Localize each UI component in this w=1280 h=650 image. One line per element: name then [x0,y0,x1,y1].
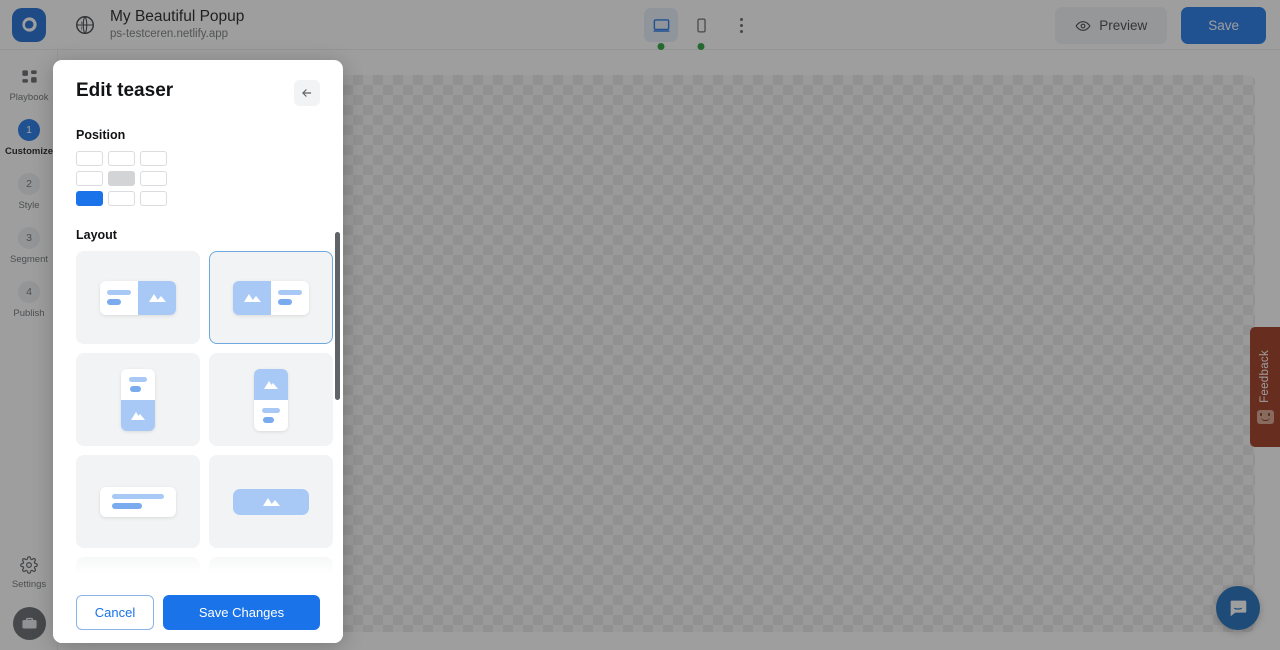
layout-option-extra-a[interactable] [76,557,200,581]
position-cell-middle-center[interactable] [108,171,135,186]
layout-option-extra-b[interactable] [209,557,333,581]
layout-option-text-left-image-right[interactable] [76,251,200,344]
cancel-button[interactable]: Cancel [76,594,154,630]
position-cell-middle-right[interactable] [140,171,167,186]
layout-thumb [254,368,288,431]
layout-option-image-left-text-right[interactable] [209,251,333,344]
position-cell-bottom-center[interactable] [108,191,135,206]
panel-title: Edit teaser [76,80,174,101]
position-cell-top-center[interactable] [108,151,135,166]
layout-thumb [121,368,155,431]
panel-footer: Cancel Save Changes [53,581,343,643]
position-cell-middle-left[interactable] [76,171,103,186]
position-cell-top-right[interactable] [140,151,167,166]
layout-option-image-top-text-bottom[interactable] [209,353,333,446]
layout-thumb [100,280,176,315]
layout-grid [76,251,333,581]
position-cell-bottom-left[interactable] [76,191,103,206]
back-button[interactable] [294,80,320,106]
arrow-left-icon [302,89,312,97]
app-root: My Beautiful Popup ps-testceren.netlify.… [0,0,1280,650]
panel-scroll-area[interactable]: Edit teaser Position Layout [53,60,343,581]
layout-option-text-only[interactable] [76,455,200,548]
layout-option-text-top-image-bottom[interactable] [76,353,200,446]
panel-scrollbar[interactable] [335,232,340,400]
panel-header: Edit teaser [76,80,320,106]
edit-teaser-panel: Edit teaser Position Layout Cancel Save … [53,60,343,643]
save-changes-button[interactable]: Save Changes [163,594,320,630]
layout-section-label: Layout [76,228,117,242]
layout-thumb [233,488,309,515]
layout-thumb [100,486,176,517]
position-cell-bottom-right[interactable] [140,191,167,206]
layout-option-image-only[interactable] [209,455,333,548]
position-grid [76,151,320,206]
position-section-label: Position [76,128,126,142]
position-cell-top-left[interactable] [76,151,103,166]
layout-thumb [233,280,309,315]
